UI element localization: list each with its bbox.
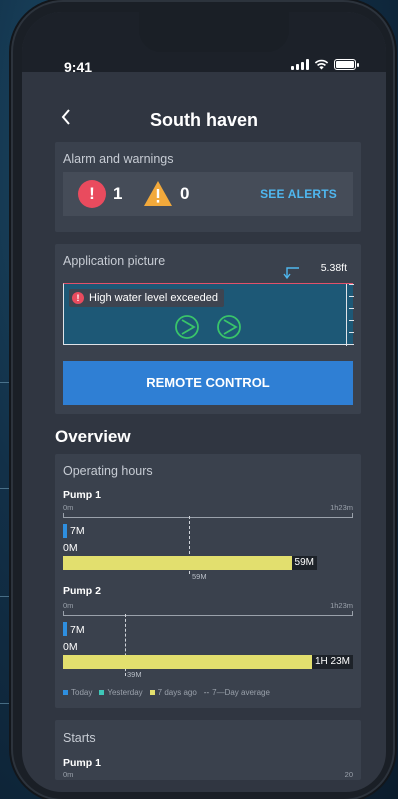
application-picture-card: Application picture 5.38ft ! High water …: [55, 244, 361, 414]
tank-diagram: ! High water level exceeded: [63, 283, 354, 346]
pump-1-axis-min: 0m: [63, 503, 74, 512]
operating-hours-card: Operating hours Pump 1 0m 1h23m 7M 0M 59…: [55, 454, 361, 708]
pump-2-today-value: 7M: [70, 624, 85, 636]
legend-average: -- 7—Day average: [203, 688, 270, 697]
pump-2-axis: [63, 611, 353, 616]
remote-control-button[interactable]: REMOTE CONTROL: [63, 361, 353, 405]
pump-1-today-value: 7M: [70, 525, 85, 537]
pump-2-7days-bar: 1H 23M: [63, 655, 353, 669]
starts-title: Starts: [63, 731, 96, 745]
pump-2-7days-value: 1H 23M: [311, 655, 353, 669]
starts-card: Starts Pump 1 0m 20: [55, 720, 361, 780]
pump-1-yesterday-value: 0M: [63, 542, 78, 554]
pump-icon[interactable]: [216, 314, 242, 340]
pump-1-average-value: 59M: [192, 572, 207, 581]
chart-legend: Today Yesterday 7 days ago -- 7—Day avera…: [63, 688, 270, 697]
pump-2-today-bar: [63, 622, 67, 636]
alarm-card: Alarm and warnings ! 1 0 SEE ALERTS: [55, 142, 361, 232]
pump-2-axis-max: 1h23m: [330, 601, 353, 610]
wifi-icon: [314, 59, 329, 70]
starts-axis-min: 0m: [63, 770, 74, 779]
pump-icon[interactable]: [174, 314, 200, 340]
level-arrow-icon: [283, 267, 299, 280]
high-water-alert-text: High water level exceeded: [89, 292, 219, 304]
starts-axis-max: 20: [344, 770, 353, 779]
legend-yesterday: Yesterday: [99, 688, 143, 697]
legend-today: Today: [63, 688, 92, 697]
application-card-title: Application picture: [63, 254, 166, 268]
alarm-card-title: Alarm and warnings: [63, 152, 174, 166]
pump-1-7days-value: 59M: [291, 556, 317, 570]
pump-1-today-bar: [63, 524, 67, 538]
water-level-value: 5.38ft: [320, 262, 347, 274]
notch: [139, 12, 289, 52]
header: South haven: [22, 72, 386, 142]
operating-hours-title: Operating hours: [63, 464, 153, 478]
high-water-alert-badge: ! High water level exceeded: [69, 289, 225, 307]
warning-icon: [144, 181, 172, 206]
pump-1-7days-bar: 59M: [63, 556, 317, 570]
alarm-summary-row: ! 1 0 SEE ALERTS: [63, 172, 353, 216]
pump-1-axis-max: 1h23m: [330, 503, 353, 512]
alarm-icon: !: [78, 180, 106, 208]
alarm-count: 1: [113, 184, 123, 203]
overview-heading: Overview: [55, 427, 131, 446]
starts-pump-label: Pump 1: [63, 757, 101, 769]
level-scale: [346, 284, 354, 346]
status-icons: [291, 59, 359, 70]
pump-2-label: Pump 2: [63, 585, 101, 597]
battery-icon: [334, 59, 359, 70]
pump-2-axis-min: 0m: [63, 601, 74, 610]
see-alerts-link[interactable]: SEE ALERTS: [260, 187, 337, 201]
pump-2-average-value: 39M: [127, 670, 142, 679]
alert-icon: !: [72, 292, 84, 304]
pump-2-yesterday-value: 0M: [63, 641, 78, 653]
page-title: South haven: [149, 110, 258, 130]
cellular-signal-icon: [291, 59, 309, 70]
pump-1-axis: [63, 513, 353, 518]
pump-1-label: Pump 1: [63, 489, 101, 501]
warning-count: 0: [180, 184, 190, 203]
legend-7-days-ago: 7 days ago: [149, 688, 197, 697]
